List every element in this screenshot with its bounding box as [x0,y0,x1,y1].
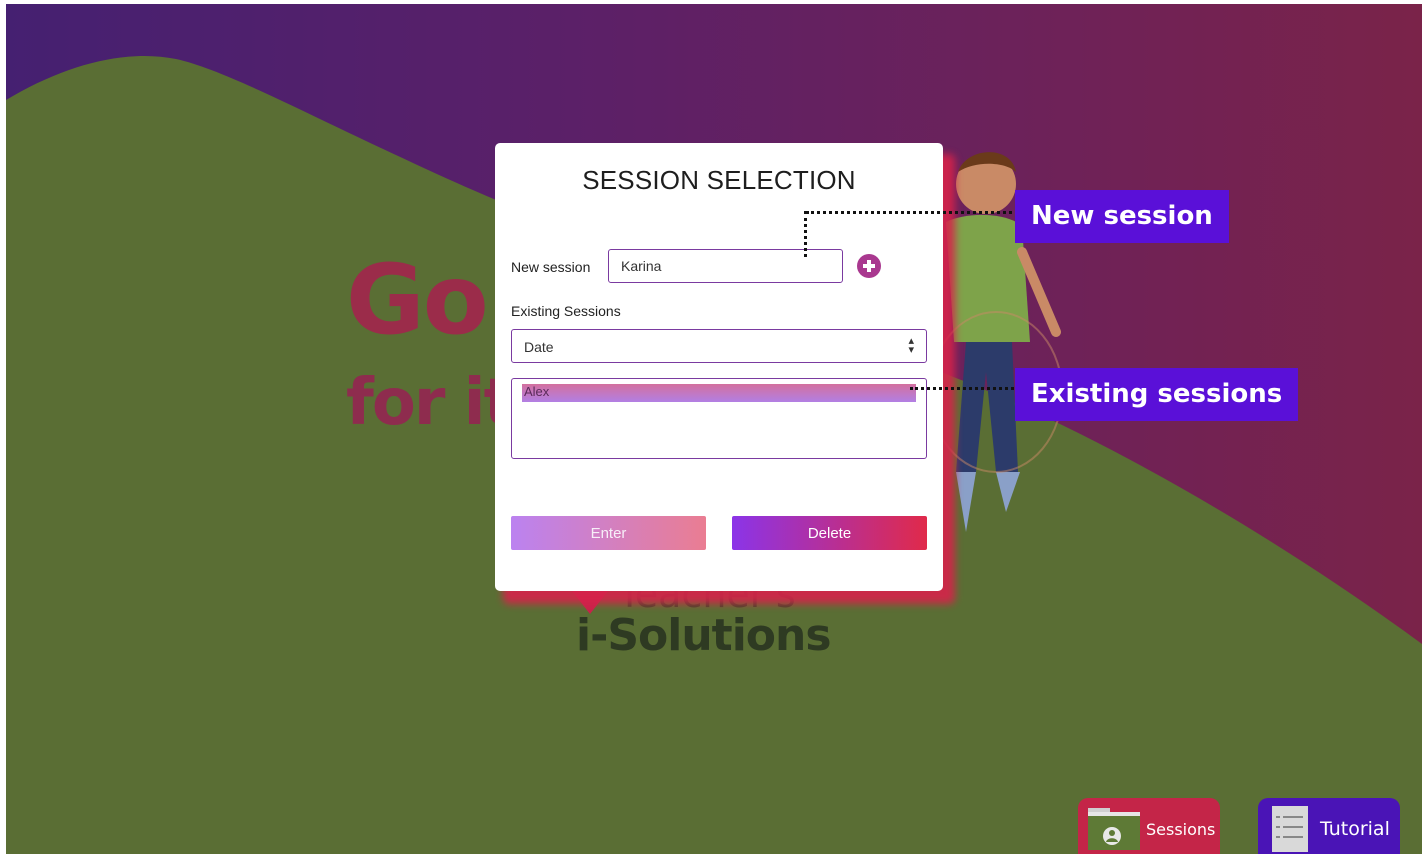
sort-select-value: Date [524,339,554,355]
callout-existing-sessions: Existing sessions [1015,368,1299,421]
dialog-title: SESSION SELECTION [582,165,856,195]
updown-caret-icon: ▴ ▾ [908,335,914,356]
callout-connector-existing [910,387,1014,390]
hero-headline: Go [346,244,489,356]
delete-button[interactable]: Delete [732,516,927,550]
enter-button[interactable]: Enter [511,516,706,550]
brand-name-bottom: i-Solutions [576,610,832,661]
new-session-label: New session [511,259,591,275]
folder-user-icon [1088,808,1140,850]
callout-connector-new [806,211,1012,214]
list-document-icon [1272,806,1308,852]
sessions-listbox[interactable]: Alex [511,378,927,459]
callout-connector-new-vertical [804,211,807,257]
sessions-nav-button[interactable]: Sessions [1078,798,1220,854]
app-stage: Go for it Teacher's i-Solutions SESSION … [6,4,1422,854]
sessions-nav-label: Sessions [1146,820,1216,839]
hero-subheadline: for it [346,366,514,440]
new-session-input[interactable] [608,249,843,283]
tutorial-nav-label: Tutorial [1320,818,1390,840]
callout-new-session: New session [1015,190,1229,243]
list-item[interactable]: Alex [522,384,916,402]
add-session-button[interactable] [857,254,881,278]
existing-sessions-label: Existing Sessions [511,303,621,319]
tutorial-nav-button[interactable]: Tutorial [1258,798,1400,854]
sort-select[interactable]: Date ▴ ▾ [511,329,927,363]
